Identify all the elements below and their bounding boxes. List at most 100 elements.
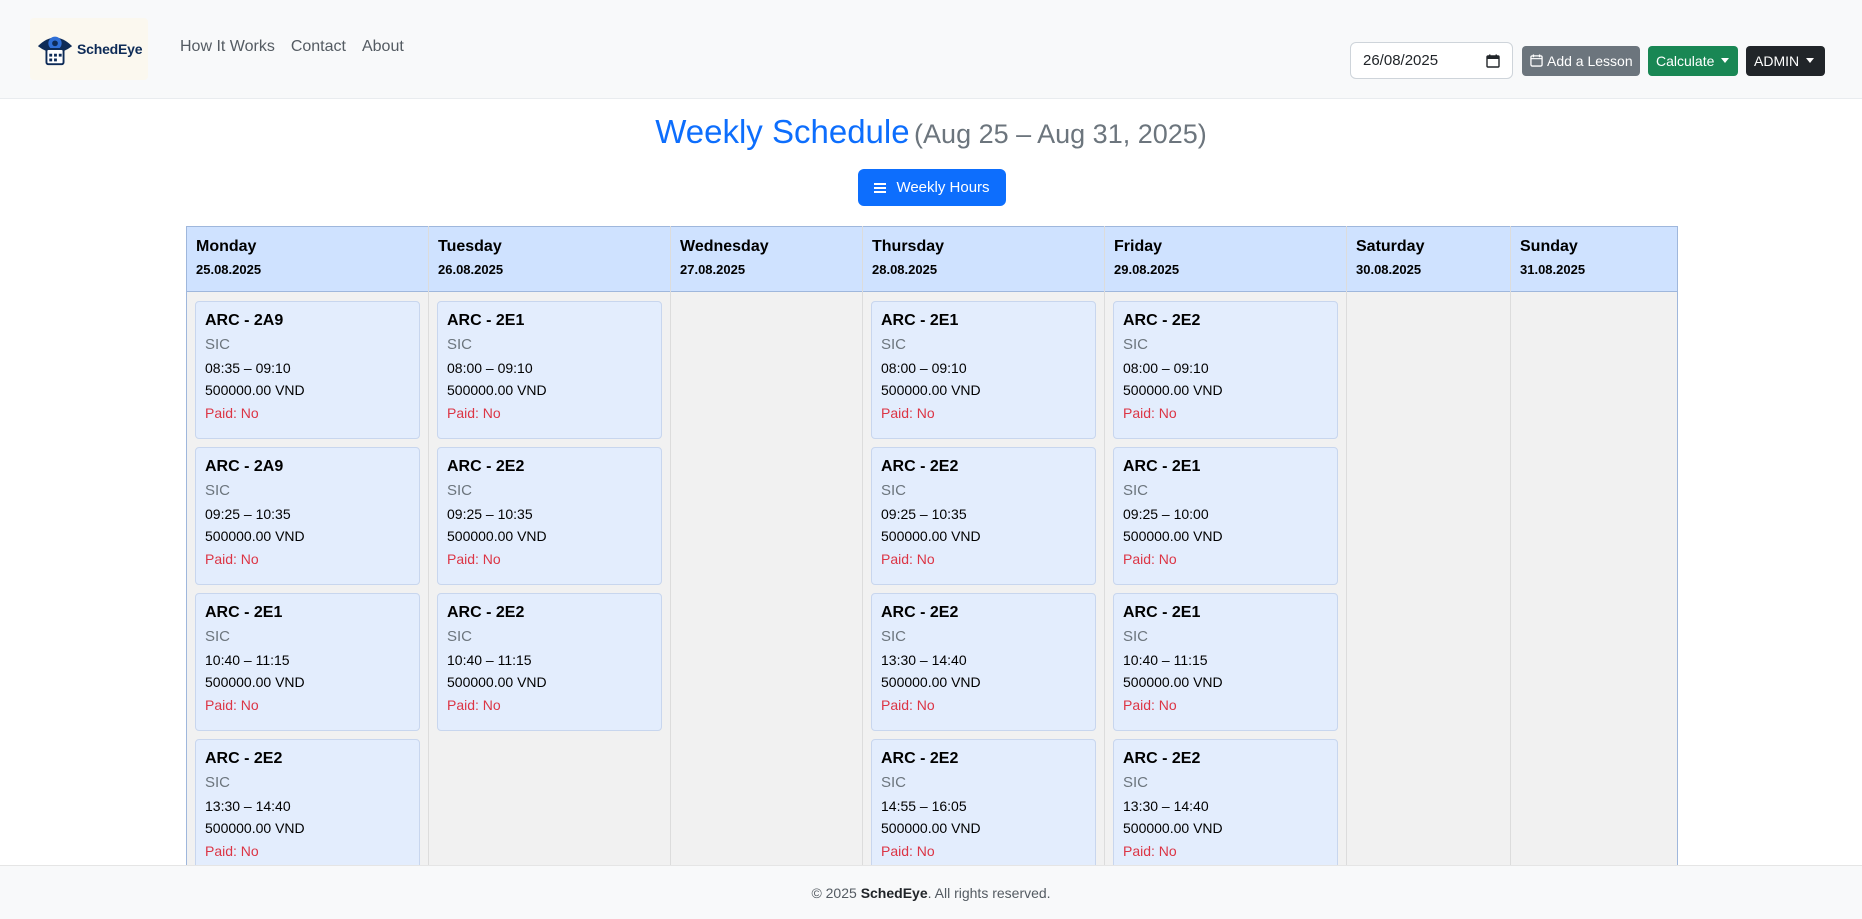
lesson-price: 500000.00 VND <box>1123 820 1223 836</box>
lesson-price: 500000.00 VND <box>447 382 547 398</box>
lesson-card[interactable]: ARC - 2E1 SIC 10:40 – 11:15 500000.00 VN… <box>1113 593 1338 731</box>
lesson-time: 08:00 – 09:10 <box>1123 360 1209 376</box>
day-header: Tuesday 26.08.2025 <box>429 226 670 292</box>
lesson-time: 10:40 – 11:15 <box>205 652 290 668</box>
lesson-card[interactable]: ARC - 2E2 SIC 08:00 – 09:10 500000.00 VN… <box>1113 301 1338 439</box>
lesson-paid-status: Paid: No <box>1123 551 1177 567</box>
lesson-name: ARC - 2E2 <box>1123 750 1201 767</box>
lesson-name: ARC - 2E1 <box>205 604 283 621</box>
day-date: 28.08.2025 <box>872 262 938 277</box>
day-column-monday: Monday 25.08.2025 ARC - 2A9 SIC 08:35 – … <box>187 226 429 919</box>
lesson-price: 500000.00 VND <box>881 820 981 836</box>
lesson-card[interactable]: ARC - 2E2 SIC 14:55 – 16:05 500000.00 VN… <box>871 739 1096 877</box>
day-name: Saturday <box>1356 238 1425 255</box>
nav-links: How It Works Contact About <box>180 38 404 56</box>
lesson-name: ARC - 2E1 <box>447 312 525 329</box>
day-name: Tuesday <box>438 238 502 255</box>
lesson-price: 500000.00 VND <box>205 820 305 836</box>
day-column-saturday: Saturday 30.08.2025 <box>1347 226 1511 919</box>
page-heading: Weekly Schedule (Aug 25 – Aug 31, 2025) <box>0 113 1862 151</box>
day-date: 30.08.2025 <box>1356 262 1422 277</box>
lesson-name: ARC - 2E2 <box>881 604 959 621</box>
lesson-name: ARC - 2E1 <box>1123 604 1201 621</box>
navbar-controls: 26/08/2025 Add a Lesson Calculate ADMIN <box>1350 42 1825 79</box>
weekly-hours-button[interactable]: Weekly Hours <box>858 169 1006 206</box>
lesson-org: SIC <box>205 482 231 499</box>
nav-link-how-it-works[interactable]: How It Works <box>180 38 275 56</box>
lesson-card[interactable]: ARC - 2E2 SIC 13:30 – 14:40 500000.00 VN… <box>871 593 1096 731</box>
brand-logo[interactable]: SchedEye <box>30 18 148 80</box>
lesson-paid-status: Paid: No <box>205 551 259 567</box>
lesson-paid-status: Paid: No <box>881 405 935 421</box>
lesson-time: 09:25 – 10:35 <box>205 506 291 522</box>
lesson-card[interactable]: ARC - 2E1 SIC 09:25 – 10:00 500000.00 VN… <box>1113 447 1338 585</box>
date-value: 26/08/2025 <box>1363 52 1439 69</box>
lesson-org: SIC <box>881 628 907 645</box>
brand-name: SchedEye <box>77 41 143 57</box>
lesson-card[interactable]: ARC - 2E1 SIC 08:00 – 09:10 500000.00 VN… <box>437 301 662 439</box>
lesson-card[interactable]: ARC - 2E1 SIC 10:40 – 11:15 500000.00 VN… <box>195 593 420 731</box>
day-date: 26.08.2025 <box>438 262 504 277</box>
lesson-org: SIC <box>205 628 231 645</box>
lesson-price: 500000.00 VND <box>1123 382 1223 398</box>
lesson-card[interactable]: ARC - 2E2 SIC 10:40 – 11:15 500000.00 VN… <box>437 593 662 731</box>
day-header: Sunday 31.08.2025 <box>1511 226 1677 292</box>
lesson-price: 500000.00 VND <box>205 674 305 690</box>
day-header: Thursday 28.08.2025 <box>863 226 1104 292</box>
lesson-price: 500000.00 VND <box>1123 528 1223 544</box>
lesson-card[interactable]: ARC - 2A9 SIC 09:25 – 10:35 500000.00 VN… <box>195 447 420 585</box>
lesson-time: 09:25 – 10:35 <box>447 506 533 522</box>
calendar-icon[interactable] <box>1486 54 1500 68</box>
date-picker-input[interactable]: 26/08/2025 <box>1350 42 1513 79</box>
day-date: 27.08.2025 <box>680 262 746 277</box>
calculate-dropdown-button[interactable]: Calculate <box>1648 45 1738 76</box>
nav-link-contact[interactable]: Contact <box>291 38 346 56</box>
lesson-org: SIC <box>881 482 907 499</box>
lesson-time: 10:40 – 11:15 <box>1123 652 1208 668</box>
day-column-wednesday: Wednesday 27.08.2025 <box>671 226 863 919</box>
day-column-friday: Friday 29.08.2025 ARC - 2E2 SIC 08:00 – … <box>1105 226 1347 919</box>
lesson-paid-status: Paid: No <box>1123 405 1177 421</box>
lesson-card[interactable]: ARC - 2E2 SIC 13:30 – 14:40 500000.00 VN… <box>195 739 420 877</box>
lesson-card[interactable]: ARC - 2E2 SIC 13:30 – 14:40 500000.00 VN… <box>1113 739 1338 877</box>
caret-down-icon <box>1806 58 1815 63</box>
weekly-schedule-grid: Monday 25.08.2025 ARC - 2A9 SIC 08:35 – … <box>186 226 1678 919</box>
navbar: SchedEye How It Works Contact About 26/0… <box>0 0 1862 99</box>
lesson-name: ARC - 2E2 <box>881 750 959 767</box>
lesson-card[interactable]: ARC - 2E1 SIC 08:00 – 09:10 500000.00 VN… <box>871 301 1096 439</box>
lesson-paid-status: Paid: No <box>205 843 259 859</box>
lesson-time: 14:55 – 16:05 <box>881 798 967 814</box>
add-lesson-button[interactable]: Add a Lesson <box>1522 45 1640 76</box>
day-column-tuesday: Tuesday 26.08.2025 ARC - 2E1 SIC 08:00 –… <box>429 226 671 919</box>
lesson-card[interactable]: ARC - 2E2 SIC 09:25 – 10:35 500000.00 VN… <box>437 447 662 585</box>
footer-copyright: © 2025 <box>811 885 857 901</box>
lesson-time: 13:30 – 14:40 <box>205 798 291 814</box>
lesson-name: ARC - 2E2 <box>881 458 959 475</box>
admin-label: ADMIN <box>1754 52 1800 69</box>
lesson-name: ARC - 2E2 <box>1123 312 1201 329</box>
lesson-name: ARC - 2E2 <box>205 750 283 767</box>
day-column-sunday: Sunday 31.08.2025 <box>1511 226 1677 919</box>
lesson-price: 500000.00 VND <box>1123 674 1223 690</box>
admin-dropdown-button[interactable]: ADMIN <box>1746 45 1825 76</box>
footer: © 2025 SchedEye. All rights reserved. <box>0 865 1862 919</box>
day-name: Friday <box>1114 238 1163 255</box>
eye-calendar-icon <box>37 36 73 66</box>
lesson-paid-status: Paid: No <box>1123 697 1177 713</box>
lesson-time: 08:00 – 09:10 <box>881 360 967 376</box>
lesson-org: SIC <box>1123 336 1149 353</box>
page-title: Weekly Schedule <box>655 113 910 150</box>
day-name: Thursday <box>872 238 945 255</box>
lesson-card[interactable]: ARC - 2E2 SIC 09:25 – 10:35 500000.00 VN… <box>871 447 1096 585</box>
lesson-paid-status: Paid: No <box>447 697 501 713</box>
lesson-org: SIC <box>1123 774 1149 791</box>
nav-link-about[interactable]: About <box>362 38 404 56</box>
lesson-org: SIC <box>205 336 231 353</box>
calculate-label: Calculate <box>1656 52 1715 69</box>
lesson-name: ARC - 2E2 <box>447 458 525 475</box>
lesson-card[interactable]: ARC - 2A9 SIC 08:35 – 09:10 500000.00 VN… <box>195 301 420 439</box>
week-range: (Aug 25 – Aug 31, 2025) <box>914 119 1207 149</box>
lesson-paid-status: Paid: No <box>881 697 935 713</box>
day-name: Sunday <box>1520 238 1578 255</box>
day-name: Monday <box>196 238 257 255</box>
